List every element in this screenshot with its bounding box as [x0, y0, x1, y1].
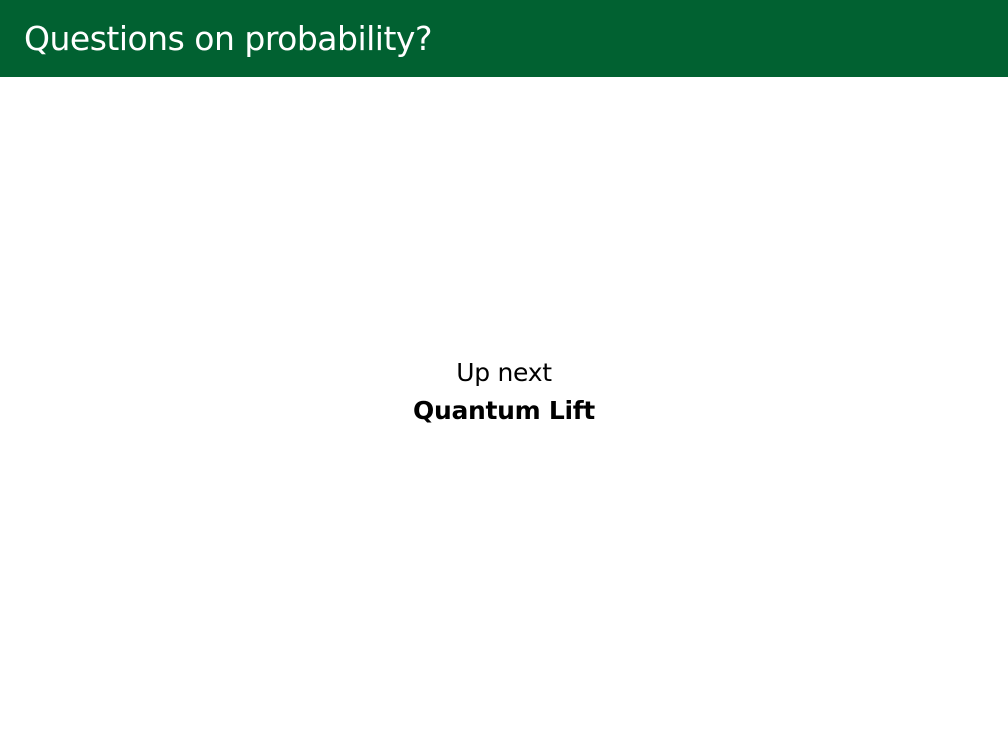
up-next-label: Up next	[456, 358, 552, 387]
up-next-block: Up next Quantum Lift	[0, 354, 1008, 430]
title-bar: Questions on probability?	[0, 0, 1008, 77]
slide-title: Questions on probability?	[24, 19, 432, 58]
next-topic-title: Quantum Lift	[413, 396, 595, 425]
slide: Questions on probability? Up next Quantu…	[0, 0, 1008, 756]
